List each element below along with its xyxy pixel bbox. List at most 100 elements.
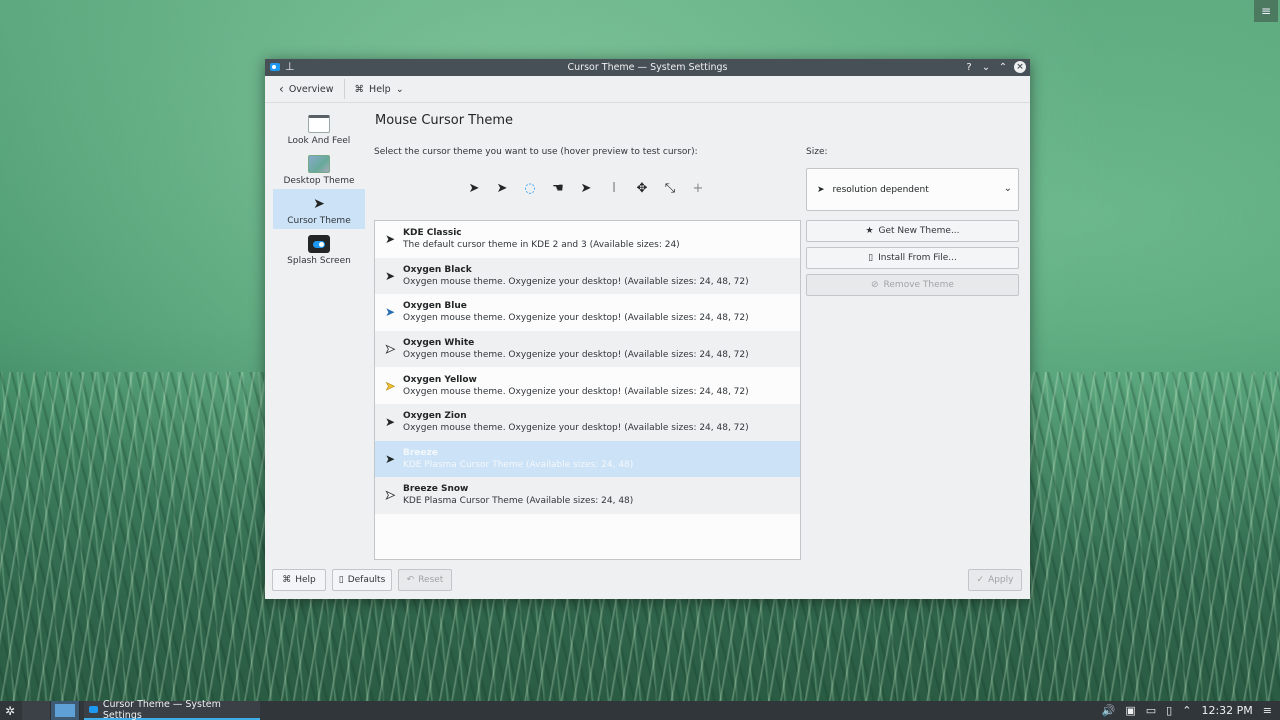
check-icon: ✓ — [976, 575, 985, 585]
defaults-button[interactable]: ▯ Defaults — [332, 569, 392, 591]
titlebar[interactable]: ⊥ Cursor Theme — System Settings ? ⌄ ⌃ × — [265, 59, 1030, 76]
overview-label: Overview — [288, 83, 334, 95]
star-icon: ★ — [865, 226, 874, 236]
arrow-cursor-icon[interactable]: ➤ — [465, 179, 483, 197]
remove-theme-button[interactable]: ⊘ Remove Theme — [806, 274, 1019, 296]
theme-name: Oxygen Yellow — [403, 374, 477, 385]
theme-name: Oxygen Black — [403, 264, 472, 275]
reset-button[interactable]: ↶ Reset — [398, 569, 452, 591]
sidebar-item-desktop-theme[interactable]: Desktop Theme — [273, 149, 365, 189]
taskbar: ✲ Cursor Theme — System Settings 🔊 ▣ ▭ ▯… — [0, 698, 1280, 720]
virtual-desktop-pager — [22, 701, 80, 720]
overview-button[interactable]: ‹ Overview — [273, 82, 340, 96]
clipboard-icon[interactable]: ▣ — [1125, 704, 1135, 717]
chevron-down-icon: ⌄ — [1003, 183, 1012, 194]
defaults-icon: ▯ — [338, 575, 344, 585]
toolbar: ‹ Overview ⌘ Help ⌄ — [265, 76, 1030, 103]
minimize-button[interactable]: ⌄ — [980, 60, 992, 74]
sidebar-item-splash-screen[interactable]: Splash Screen — [273, 229, 365, 269]
cursor-theme-icon: ➤ — [313, 196, 325, 212]
sidebar-item-label: Cursor Theme — [287, 216, 351, 226]
list-item[interactable]: ➤ Oxygen Blue Oxygen mouse theme. Oxygen… — [375, 294, 800, 331]
list-item-selected[interactable]: ➤ Breeze KDE Plasma Cursor Theme (Availa… — [375, 440, 800, 478]
breeze-cursor-icon: ➤ — [384, 451, 396, 466]
install-from-file-button[interactable]: ▯ Install From File... — [806, 247, 1019, 269]
chevron-down-icon: ⌄ — [395, 83, 404, 95]
maximize-button[interactable]: ⌃ — [997, 60, 1009, 74]
desktop-theme-icon — [308, 155, 330, 173]
close-button[interactable]: × — [1014, 61, 1026, 73]
defaults-label: Defaults — [347, 575, 386, 585]
theme-desc: Oxygen mouse theme. Oxygenize your deskt… — [403, 423, 749, 434]
size-label: Size: — [806, 147, 828, 157]
system-settings-app-icon[interactable] — [270, 63, 280, 71]
pin-icon[interactable]: ⊥ — [285, 60, 295, 73]
theme-desc: Oxygen mouse theme. Oxygenize your deskt… — [403, 350, 749, 361]
toolbar-separator — [343, 79, 345, 99]
reset-icon: ↶ — [406, 575, 415, 585]
theme-desc: The default cursor theme in KDE 2 and 3 … — [403, 240, 680, 251]
install-from-file-label: Install From File... — [878, 253, 957, 263]
cursor-preview-row: ➤ ➤ ◌ ☚ ➤ I ✥ ⤡ + — [465, 179, 707, 197]
theme-name: Breeze — [403, 447, 438, 458]
theme-name: Breeze Snow — [403, 484, 469, 495]
list-item[interactable]: ➤ Breeze Snow KDE Plasma Cursor Theme (A… — [375, 477, 800, 514]
list-item[interactable]: ➤ Oxygen White Oxygen mouse theme. Oxyge… — [375, 330, 800, 368]
help-menu-button[interactable]: ⌘ Help ⌄ — [349, 84, 410, 95]
list-item[interactable]: ➤ KDE Classic The default cursor theme i… — [375, 221, 800, 258]
get-new-theme-button[interactable]: ★ Get New Theme... — [806, 220, 1019, 242]
list-item[interactable]: ➤ Oxygen Yellow Oxygen mouse theme. Oxyg… — [375, 367, 800, 404]
help-cursor-icon[interactable]: ➤ — [577, 179, 595, 197]
busy-arrow-cursor-icon[interactable]: ➤ — [493, 179, 511, 197]
text-cursor-icon[interactable]: I — [605, 179, 623, 197]
oxygen-blue-cursor-icon: ➤ — [384, 305, 396, 320]
apply-label: Apply — [988, 575, 1014, 585]
task-system-settings[interactable]: Cursor Theme — System Settings — [84, 698, 260, 720]
system-settings-window: ⊥ Cursor Theme — System Settings ? ⌄ ⌃ ×… — [265, 59, 1030, 599]
desktop-1[interactable] — [22, 701, 51, 720]
desktop-2[interactable] — [51, 701, 80, 720]
sidebar: Look And Feel Desktop Theme ➤ Cursor The… — [273, 109, 365, 269]
chevron-left-icon: ‹ — [279, 82, 284, 96]
application-launcher-icon[interactable]: ✲ — [0, 704, 20, 718]
clock[interactable]: 12:32 PM — [1201, 704, 1252, 717]
oxygen-yellow-cursor-icon: ➤ — [384, 378, 396, 393]
sidebar-item-cursor-theme[interactable]: ➤ Cursor Theme — [273, 189, 365, 229]
kde-classic-cursor-icon: ➤ — [384, 232, 396, 247]
help-button[interactable]: ⌘ Help — [272, 569, 326, 591]
desktop-toolbox-button[interactable]: ≡ — [1254, 0, 1278, 22]
resize-diagonal-cursor-icon[interactable]: ⤡ — [661, 179, 679, 197]
volume-icon[interactable]: 🔊 — [1102, 704, 1116, 717]
oxygen-white-cursor-icon: ➤ — [384, 342, 396, 357]
get-new-theme-label: Get New Theme... — [878, 226, 960, 236]
system-settings-app-icon — [89, 706, 98, 713]
crosshair-cursor-icon[interactable]: + — [689, 179, 707, 197]
theme-desc: Oxygen mouse theme. Oxygenize your deskt… — [403, 313, 749, 324]
notes-icon[interactable]: ▭ — [1146, 704, 1156, 717]
list-item[interactable]: ➤ Oxygen Zion Oxygen mouse theme. Oxygen… — [375, 403, 800, 441]
arrow-cursor-icon: ➤ — [817, 184, 825, 195]
system-tray: 🔊 ▣ ▭ ▯ ⌃ 12:32 PM ≡ — [1102, 704, 1280, 717]
hand-cursor-icon[interactable]: ☚ — [549, 179, 567, 197]
oxygen-black-cursor-icon: ➤ — [384, 268, 396, 283]
move-cursor-icon[interactable]: ✥ — [633, 179, 651, 197]
context-help-button[interactable]: ? — [963, 60, 975, 74]
look-and-feel-icon — [308, 115, 330, 133]
theme-list[interactable]: ➤ KDE Classic The default cursor theme i… — [374, 220, 801, 560]
chevron-up-icon[interactable]: ⌃ — [1182, 704, 1191, 717]
size-combobox[interactable]: ➤ resolution dependent ⌄ — [806, 168, 1019, 211]
theme-name: Oxygen Zion — [403, 411, 467, 422]
wait-cursor-icon[interactable]: ◌ — [521, 179, 539, 197]
theme-desc: Oxygen mouse theme. Oxygenize your deskt… — [403, 276, 749, 287]
apply-button[interactable]: ✓ Apply — [968, 569, 1022, 591]
breeze-snow-cursor-icon: ➤ — [384, 488, 396, 503]
theme-desc: KDE Plasma Cursor Theme (Available sizes… — [403, 496, 634, 507]
instruction-text: Select the cursor theme you want to use … — [374, 147, 698, 157]
list-item[interactable]: ➤ Oxygen Black Oxygen mouse theme. Oxyge… — [375, 257, 800, 295]
page-title: Mouse Cursor Theme — [375, 113, 514, 128]
network-icon[interactable]: ▯ — [1166, 704, 1172, 717]
hamburger-menu-icon[interactable]: ≡ — [1263, 704, 1272, 717]
sidebar-item-look-and-feel[interactable]: Look And Feel — [273, 109, 365, 149]
help-label: Help — [295, 575, 316, 585]
task-label: Cursor Theme — System Settings — [102, 698, 221, 720]
